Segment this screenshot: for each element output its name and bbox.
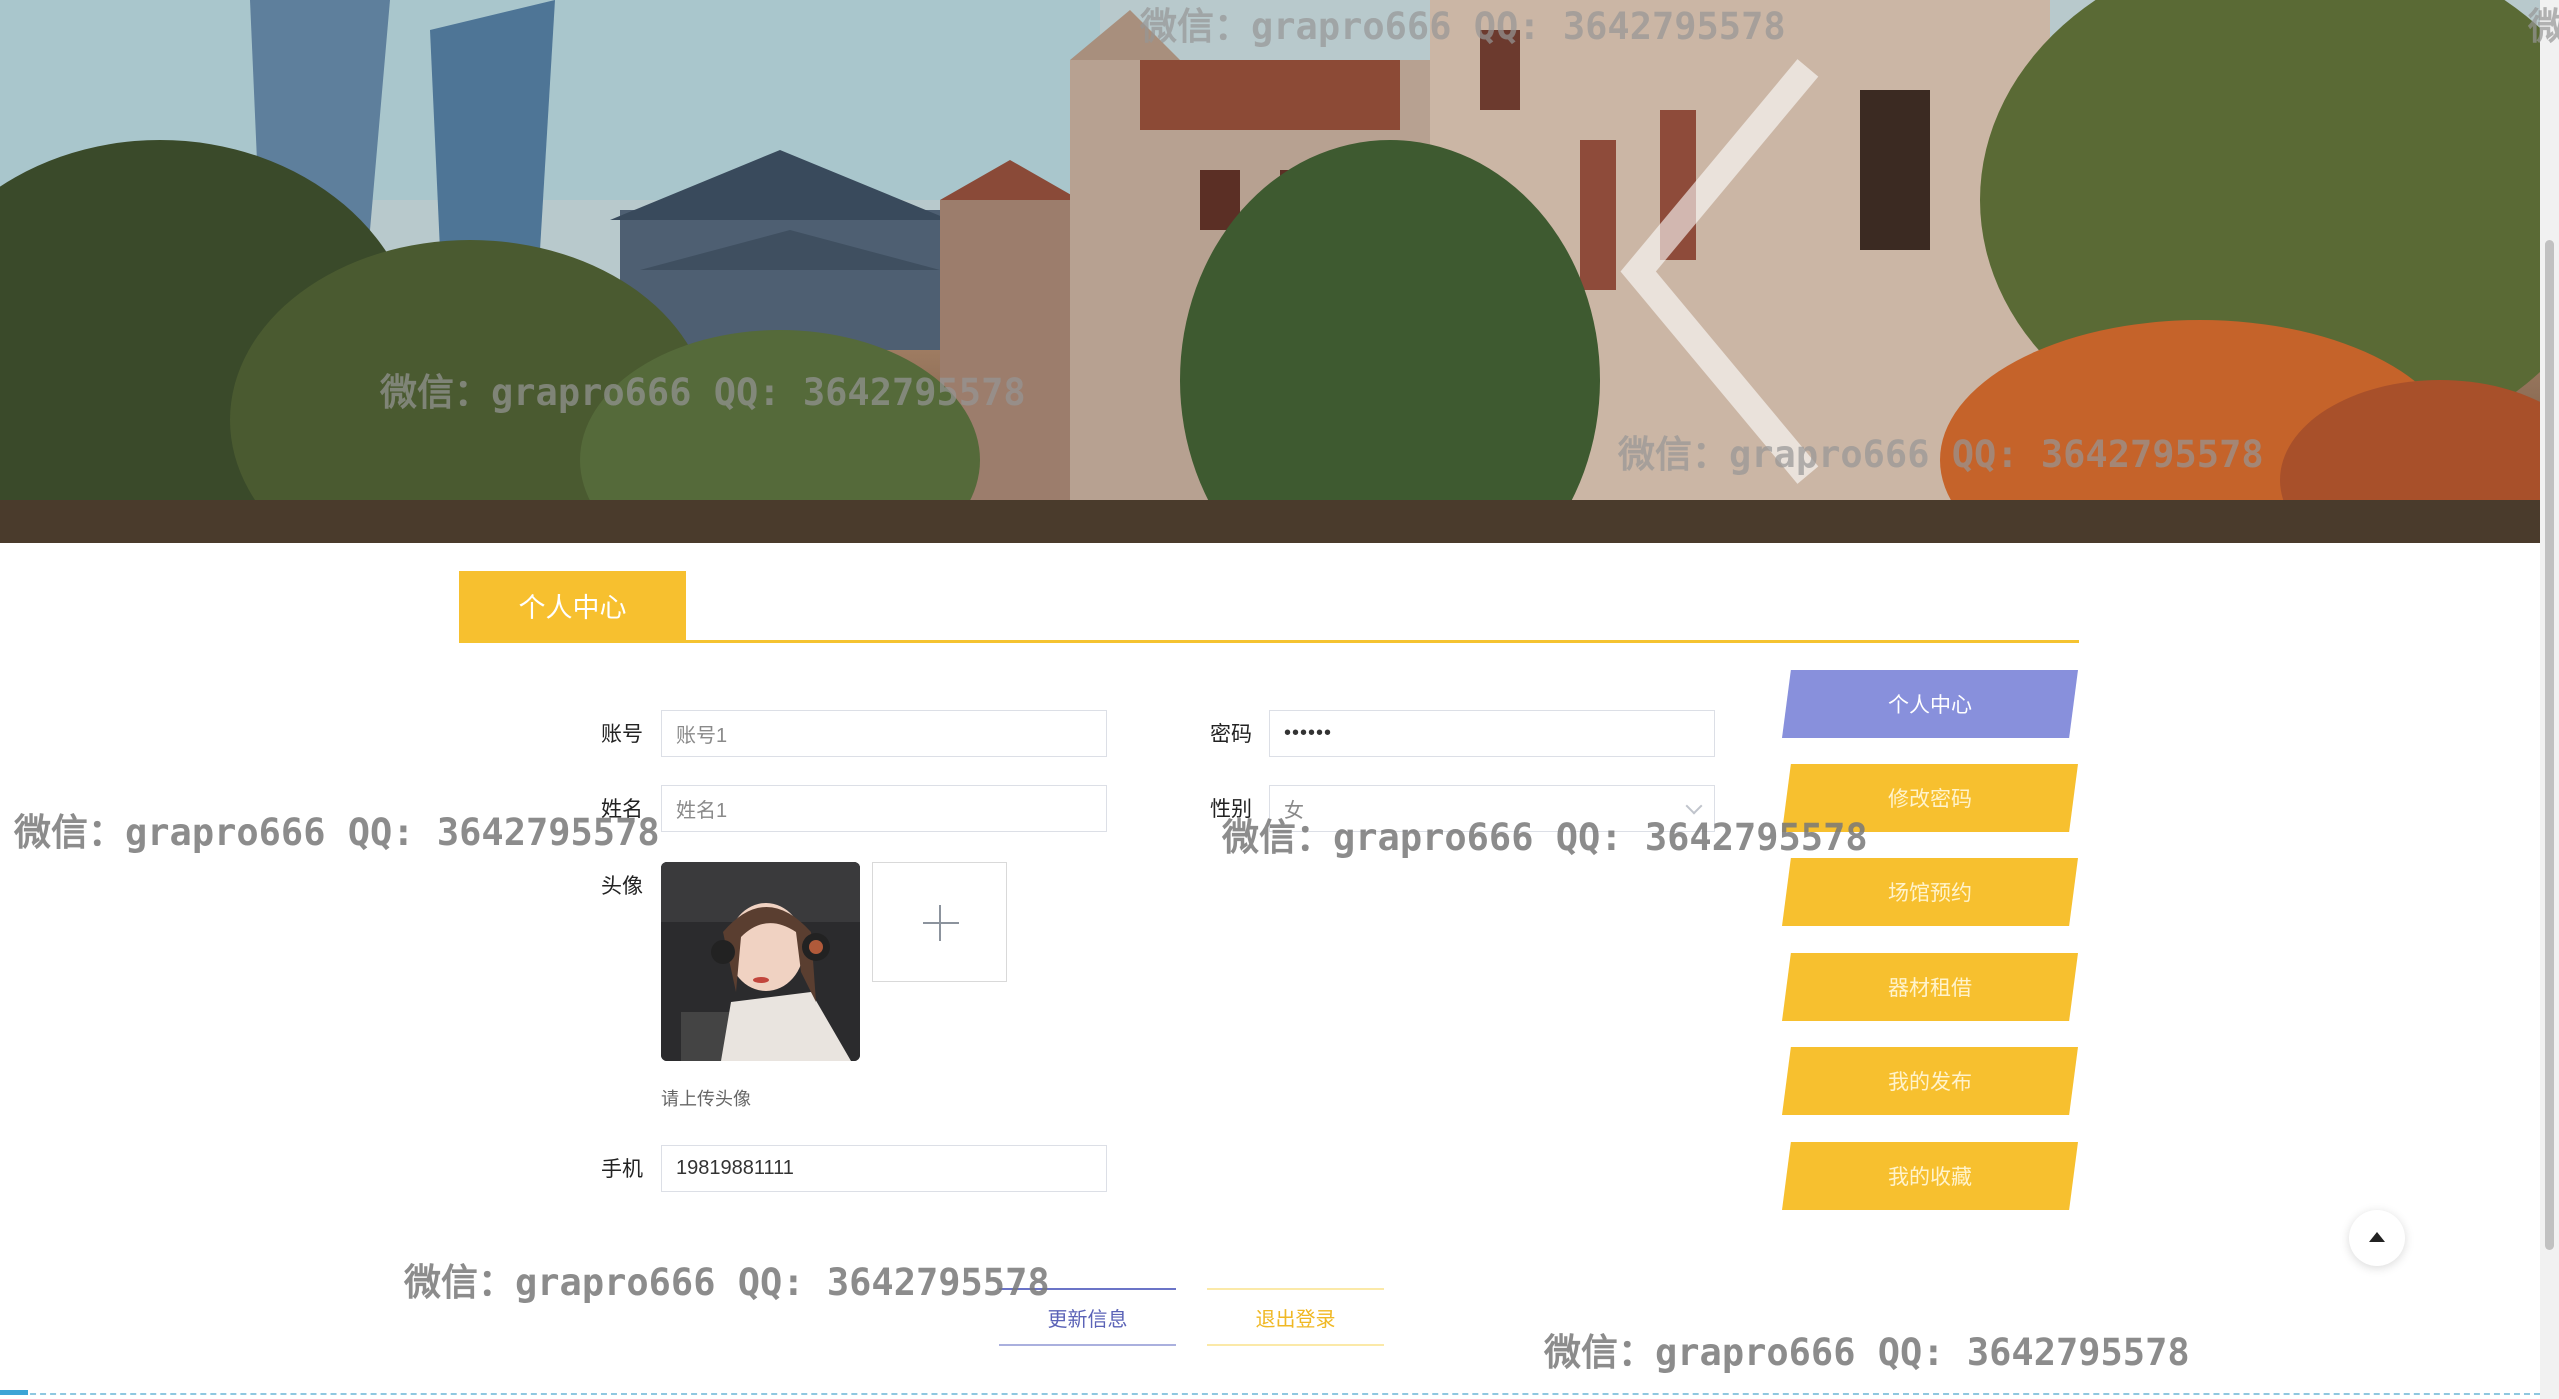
side-menu-personal-center[interactable]: 个人中心 (1782, 670, 2078, 738)
side-menu-equipment-rental[interactable]: 器材租借 (1782, 953, 2078, 1021)
logout-button[interactable]: 退出登录 (1207, 1288, 1384, 1346)
footer-divider (0, 1393, 2540, 1395)
password-value: •••••• (1284, 722, 1333, 744)
scrollbar-thumb[interactable] (2545, 240, 2554, 1250)
watermark: 微信：grapro666 QQ: 3642795578 (380, 371, 1026, 414)
back-to-top-icon[interactable] (2349, 1210, 2405, 1266)
watermark: 微信：grapro666 QQ: 3642795578 (1222, 816, 1868, 859)
phone-label: 手机 (601, 1158, 643, 1181)
avatar-label: 头像 (601, 875, 643, 898)
footer-divider-accent (0, 1390, 28, 1395)
account-label: 账号 (601, 723, 643, 746)
avatar-photo (661, 862, 860, 1061)
watermark: 微 (2528, 5, 2559, 48)
phone-value: 19819881111 (676, 1157, 794, 1179)
name-input[interactable]: 姓名1 (661, 785, 1107, 832)
watermark: 微信：grapro666 QQ: 3642795578 (14, 811, 660, 854)
account-value: 账号1 (676, 725, 728, 747)
section-tabs: 个人中心 (459, 571, 2079, 643)
password-input[interactable]: •••••• (1269, 710, 1715, 757)
avatar-upload-button[interactable] (872, 862, 1007, 982)
watermark: 微信：grapro666 QQ: 3642795578 (1140, 5, 1786, 48)
watermark: 微信：grapro666 QQ: 3642795578 (1618, 433, 2264, 476)
password-label: 密码 (1210, 723, 1252, 746)
watermark: 微信：grapro666 QQ: 3642795578 (404, 1261, 1050, 1304)
side-menu-venue-booking[interactable]: 场馆预约 (1782, 858, 2078, 926)
side-menu-my-posts[interactable]: 我的发布 (1782, 1047, 2078, 1115)
tab-personal-center[interactable]: 个人中心 (459, 571, 686, 640)
name-value: 姓名1 (676, 800, 728, 822)
account-input[interactable]: 账号1 (661, 710, 1107, 757)
watermark: 微信：grapro666 QQ: 3642795578 (1544, 1331, 2190, 1374)
page-scrollbar[interactable] (2540, 0, 2559, 1399)
phone-input[interactable]: 19819881111 (661, 1145, 1107, 1192)
avatar-image (661, 862, 860, 1061)
side-menu-my-favorites[interactable]: 我的收藏 (1782, 1142, 2078, 1210)
upload-hint: 请上传头像 (661, 1089, 751, 1109)
